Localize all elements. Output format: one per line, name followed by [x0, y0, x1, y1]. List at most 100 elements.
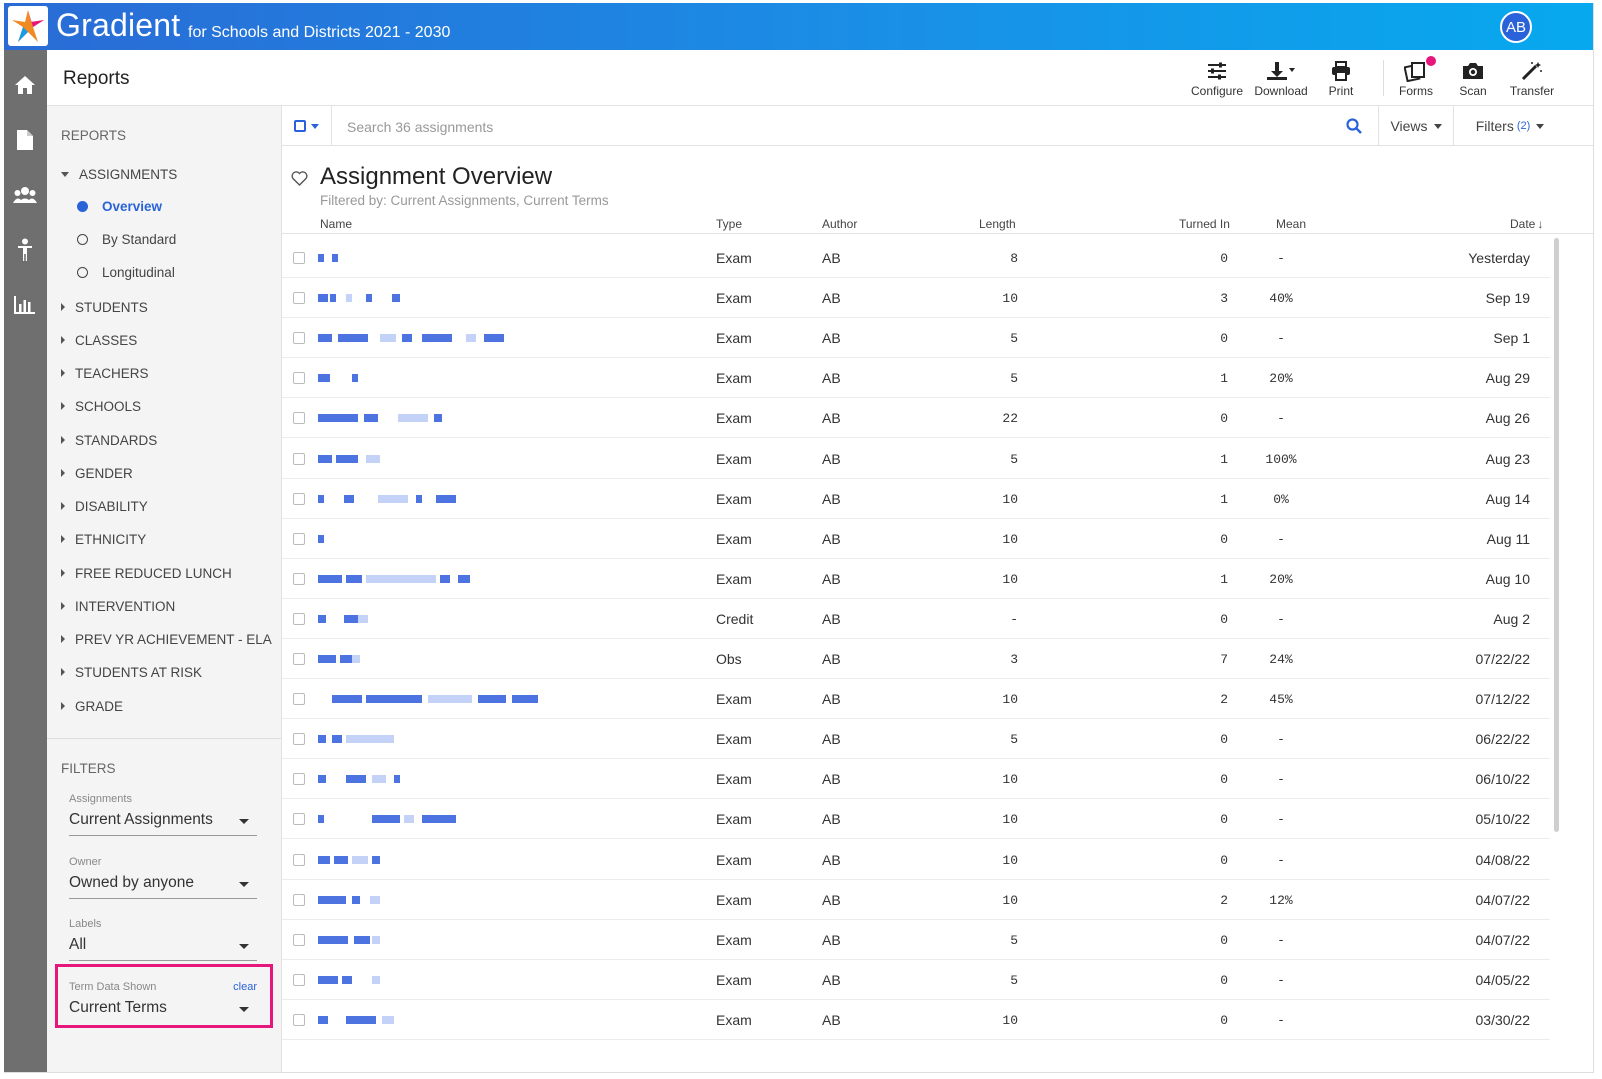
sidebar-item-prev-yr-achievement[interactable]: PREV YR ACHIEVEMENT - ELA [61, 632, 272, 647]
labels-filter[interactable]: Labels All [69, 918, 257, 961]
col-name[interactable]: Name [320, 217, 352, 231]
row-checkbox[interactable] [293, 612, 305, 625]
col-mean[interactable]: Mean [1276, 217, 1306, 231]
col-author[interactable]: Author [822, 217, 857, 231]
obscured-name-icon[interactable] [318, 534, 518, 545]
user-avatar[interactable]: AB [1500, 11, 1532, 43]
obscured-name-icon[interactable] [318, 855, 518, 866]
table-row[interactable]: Exam AB 5 1 20% Aug 29 [282, 358, 1550, 399]
bar-chart-icon[interactable] [12, 292, 38, 318]
obscured-name-icon[interactable] [318, 895, 518, 906]
sidebar-item-grade[interactable]: GRADE [61, 699, 123, 714]
clear-filter-link[interactable]: clear [233, 981, 257, 993]
sidebar-item-gender[interactable]: GENDER [61, 466, 133, 481]
table-row[interactable]: Exam AB 22 0 - Aug 26 [282, 398, 1550, 439]
row-checkbox[interactable] [293, 292, 305, 305]
sidebar-item-disability[interactable]: DISABILITY [61, 499, 148, 514]
table-row[interactable]: Exam AB 10 2 12% 04/07/22 [282, 880, 1550, 920]
table-row[interactable]: Exam AB 10 0 - Aug 11 [282, 519, 1550, 559]
obscured-name-icon[interactable] [318, 975, 518, 986]
sidebar-item-students[interactable]: STUDENTS [61, 300, 148, 315]
student-icon[interactable] [12, 237, 38, 263]
obscured-name-icon[interactable] [318, 374, 518, 384]
favorite-heart-icon[interactable] [291, 171, 308, 191]
table-row[interactable]: Exam AB 5 0 - 06/22/22 [282, 719, 1550, 760]
filters-dropdown[interactable]: Filters (2) [1460, 106, 1560, 146]
owner-select[interactable]: Owned by anyone [69, 874, 257, 899]
table-row[interactable]: Exam AB 10 1 0% Aug 14 [282, 479, 1550, 519]
row-checkbox[interactable] [293, 813, 305, 826]
obscured-name-icon[interactable] [318, 574, 518, 585]
row-checkbox[interactable] [293, 572, 305, 585]
configure-button[interactable]: Configure [1187, 58, 1247, 104]
users-icon[interactable] [12, 182, 38, 208]
term-data-filter[interactable]: Term Data Shown clear Current Terms [69, 981, 257, 1023]
table-row[interactable]: Exam AB 10 0 - 04/08/22 [282, 840, 1550, 880]
sidebar-item-by-standard[interactable]: By Standard [77, 232, 176, 247]
scan-button[interactable]: Scan [1443, 58, 1503, 104]
obscured-name-icon[interactable] [318, 655, 518, 665]
sidebar-item-teachers[interactable]: TEACHERS [61, 366, 149, 381]
obscured-name-icon[interactable] [318, 935, 518, 946]
labels-select[interactable]: All [69, 936, 257, 961]
sidebar-item-intervention[interactable]: INTERVENTION [61, 599, 175, 614]
obscured-name-icon[interactable] [318, 614, 518, 625]
obscured-name-icon[interactable] [318, 414, 518, 424]
sidebar-item-classes[interactable]: CLASSES [61, 333, 137, 348]
print-button[interactable]: Print [1311, 58, 1371, 104]
col-length[interactable]: Length [979, 217, 1016, 231]
obscured-name-icon[interactable] [318, 775, 518, 785]
row-checkbox[interactable] [293, 973, 305, 986]
row-checkbox[interactable] [293, 893, 305, 906]
row-checkbox[interactable] [293, 653, 305, 665]
sidebar-item-students-at-risk[interactable]: STUDENTS AT RISK [61, 665, 202, 680]
views-dropdown[interactable]: Views [1378, 106, 1454, 146]
gradient-logo-icon[interactable] [8, 6, 48, 46]
table-row[interactable]: Exam AB 10 0 - 05/10/22 [282, 799, 1550, 840]
sidebar-item-longitudinal[interactable]: Longitudinal [77, 265, 175, 280]
row-checkbox[interactable] [293, 853, 305, 866]
table-row[interactable]: Credit AB - 0 - Aug 2 [282, 599, 1550, 639]
table-row[interactable]: Exam AB 10 1 20% Aug 10 [282, 559, 1550, 599]
obscured-name-icon[interactable] [318, 494, 518, 505]
table-row[interactable]: Exam AB 10 0 - 03/30/22 [282, 1000, 1550, 1040]
row-checkbox[interactable] [293, 332, 305, 345]
col-type[interactable]: Type [716, 217, 742, 231]
obscured-name-icon[interactable] [318, 334, 518, 344]
row-checkbox[interactable] [293, 412, 305, 425]
table-row[interactable]: Exam AB 5 0 - 04/07/22 [282, 920, 1550, 960]
scrollbar[interactable] [1554, 238, 1559, 832]
obscured-name-icon[interactable] [318, 294, 518, 304]
obscured-name-icon[interactable] [318, 1015, 518, 1026]
col-turned-in[interactable]: Turned In [1179, 217, 1230, 231]
row-checkbox[interactable] [293, 492, 305, 505]
home-icon[interactable] [12, 72, 38, 98]
sidebar-item-assignments[interactable]: ASSIGNMENTS [61, 167, 177, 182]
col-date[interactable]: Date ↓ [1510, 217, 1543, 231]
download-button[interactable]: Download [1251, 58, 1311, 104]
sidebar-item-overview[interactable]: Overview [77, 199, 162, 214]
sidebar-item-standards[interactable]: STANDARDS [61, 433, 157, 448]
row-checkbox[interactable] [293, 1013, 305, 1026]
row-checkbox[interactable] [293, 733, 305, 746]
row-checkbox[interactable] [293, 532, 305, 545]
search-input[interactable]: Search 36 assignments [347, 119, 493, 135]
select-all-checkbox[interactable] [282, 106, 332, 146]
search-icon[interactable] [1346, 118, 1362, 139]
owner-filter[interactable]: Owner Owned by anyone [69, 856, 257, 899]
table-row[interactable]: Exam AB 5 0 - 04/05/22 [282, 960, 1550, 1000]
table-row[interactable]: Exam AB 10 0 - 06/10/22 [282, 759, 1550, 800]
row-checkbox[interactable] [293, 933, 305, 946]
document-icon[interactable] [12, 127, 38, 153]
table-row[interactable]: Obs AB 3 7 24% 07/22/22 [282, 639, 1550, 679]
sidebar-item-free-reduced-lunch[interactable]: FREE REDUCED LUNCH [61, 566, 232, 581]
table-row[interactable]: Exam AB 8 0 - Yesterday [282, 238, 1550, 278]
table-row[interactable]: Exam AB 10 3 40% Sep 19 [282, 278, 1550, 319]
obscured-name-icon[interactable] [318, 815, 518, 825]
obscured-name-icon[interactable] [318, 735, 518, 745]
table-row[interactable]: Exam AB 10 2 45% 07/12/22 [282, 679, 1550, 720]
sidebar-item-ethnicity[interactable]: ETHNICITY [61, 532, 146, 547]
row-checkbox[interactable] [293, 773, 305, 786]
row-checkbox[interactable] [293, 372, 305, 385]
table-row[interactable]: Exam AB 5 0 - Sep 1 [282, 318, 1550, 359]
